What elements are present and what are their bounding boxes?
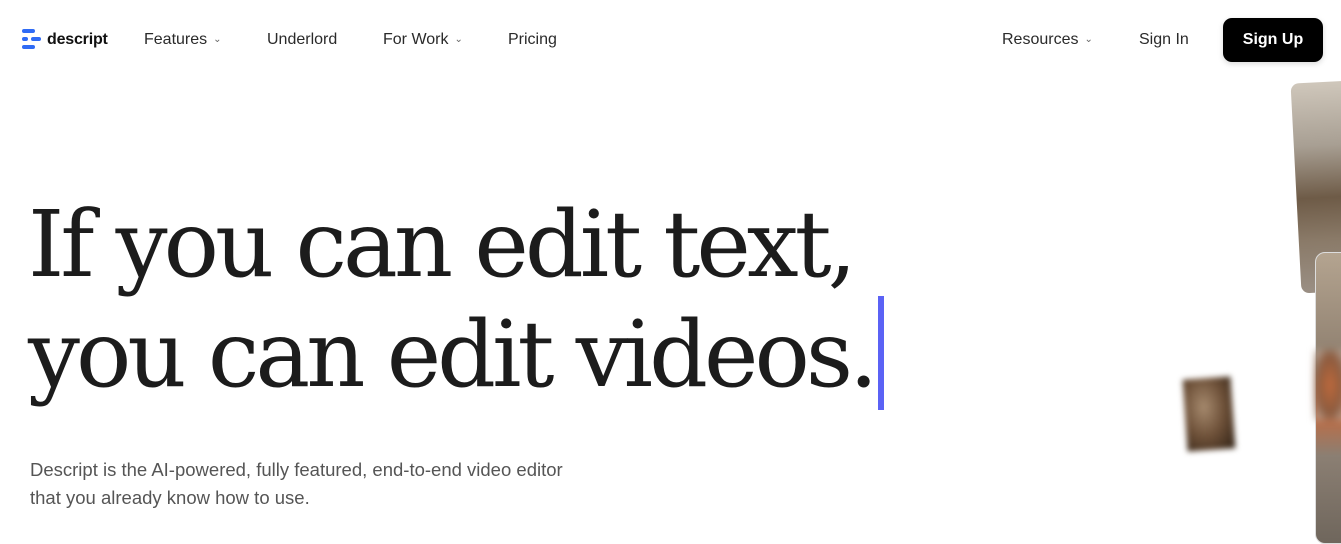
nav-item-label: Resources [1002, 31, 1079, 48]
headline-line-2: you can edit videos. [28, 301, 878, 408]
video-clip-thumbnail [1182, 376, 1236, 452]
descript-logo-link[interactable]: descript [22, 29, 108, 50]
text-cursor-icon [878, 296, 884, 410]
chevron-down-icon: ⌄ [1084, 33, 1093, 45]
chevron-down-icon: ⌄ [454, 33, 463, 45]
nav-item-features[interactable]: Features ⌄ [144, 31, 222, 49]
hero-subheadline: Descript is the AI-powered, fully featur… [30, 456, 680, 512]
hero-headline: If you can edit text, you can edit video… [28, 190, 878, 410]
sign-in-link[interactable]: Sign In [1139, 31, 1189, 49]
nav-item-label: Features [144, 31, 208, 48]
sign-up-button[interactable]: Sign Up [1223, 18, 1323, 62]
nav-item-label: For Work [383, 31, 449, 48]
nav-item-label: Underlord [267, 31, 338, 48]
nav-item-resources[interactable]: Resources ⌄ [1002, 31, 1093, 49]
nav-item-for-work[interactable]: For Work ⌄ [383, 31, 463, 49]
video-clip-thumbnail [1315, 350, 1341, 420]
subheadline-line-1: Descript is the AI-powered, fully featur… [30, 459, 563, 480]
nav-item-underlord[interactable]: Underlord [267, 31, 337, 49]
nav-item-label: Pricing [508, 31, 557, 48]
logo-wordmark: descript [47, 30, 108, 48]
top-navigation: descript Features ⌄ Underlord For Work ⌄… [0, 0, 1341, 80]
descript-logo-icon [22, 29, 41, 50]
subheadline-line-2: that you already know how to use. [30, 487, 310, 508]
chevron-down-icon: ⌄ [213, 33, 222, 45]
nav-item-label: Sign In [1139, 31, 1189, 48]
headline-line-1: If you can edit text, [28, 191, 857, 298]
nav-item-pricing[interactable]: Pricing [508, 31, 557, 49]
